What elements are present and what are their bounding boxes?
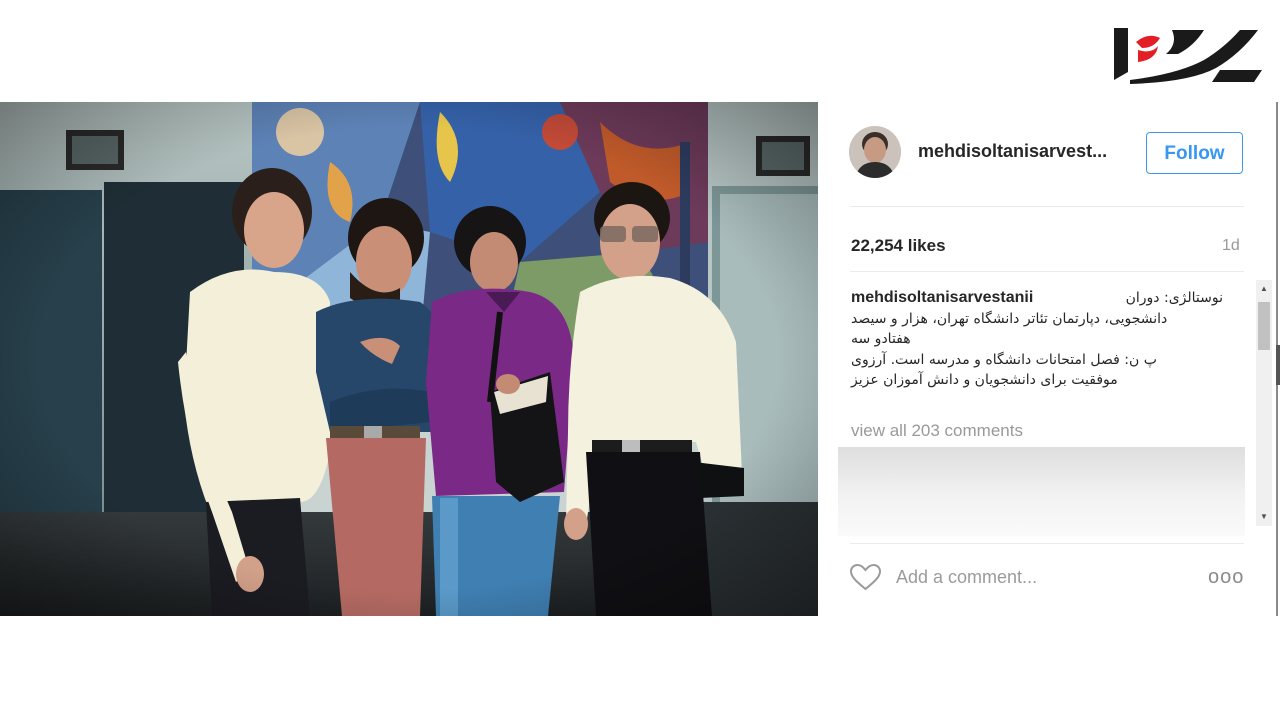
site-logo-icon	[1114, 28, 1262, 84]
site-logo[interactable]	[1108, 24, 1266, 86]
avatar-icon	[849, 126, 901, 178]
vintage-group-photo	[0, 102, 818, 616]
likes-divider	[850, 271, 1244, 272]
post-username[interactable]: mehdisoltanisarvest...	[918, 141, 1107, 162]
likes-count[interactable]: 22,254 likes	[851, 236, 946, 256]
comments-divider	[850, 543, 1244, 544]
post-time[interactable]: 1d	[1222, 237, 1240, 255]
page-scroll-marker	[1276, 345, 1280, 385]
comments-fade-overlay	[838, 447, 1245, 536]
comments-scrollbar[interactable]: ▲ ▼	[1256, 280, 1272, 526]
scrollbar-thumb[interactable]	[1258, 302, 1270, 350]
heart-icon[interactable]	[849, 563, 882, 591]
scroll-down-arrow-icon[interactable]: ▼	[1256, 510, 1272, 524]
more-options-icon[interactable]: ooo	[1208, 567, 1246, 587]
caption-text-line-4: پ ن: فصل امتحانات دانشگاه و مدرسه است. آ…	[851, 351, 1157, 368]
scroll-up-arrow-icon[interactable]: ▲	[1256, 282, 1272, 296]
follow-button[interactable]: Follow	[1146, 132, 1243, 174]
caption-first-line: mehdisoltanisarvestanii نوستالژی: دوران	[851, 288, 1223, 309]
caption-text-line-5: موفقیت برای دانشجویان و دانش آموزان عزیز	[851, 372, 1118, 388]
post-caption: mehdisoltanisarvestanii نوستالژی: دوران …	[851, 288, 1223, 391]
caption-username[interactable]: mehdisoltanisarvestanii	[851, 288, 1033, 309]
header-divider	[850, 206, 1244, 207]
view-all-comments-link[interactable]: view all 203 comments	[851, 421, 1023, 441]
add-comment-input[interactable]	[896, 563, 1196, 591]
user-avatar[interactable]	[849, 126, 901, 178]
caption-text-line-1: نوستالژی: دوران	[1125, 290, 1223, 306]
post-photo[interactable]	[0, 102, 818, 616]
caption-text-line-3: هفتادو سه	[851, 331, 911, 347]
caption-text-line-2: دانشجویی، دپارتمان تئاتر دانشگاه تهران، …	[851, 310, 1168, 327]
